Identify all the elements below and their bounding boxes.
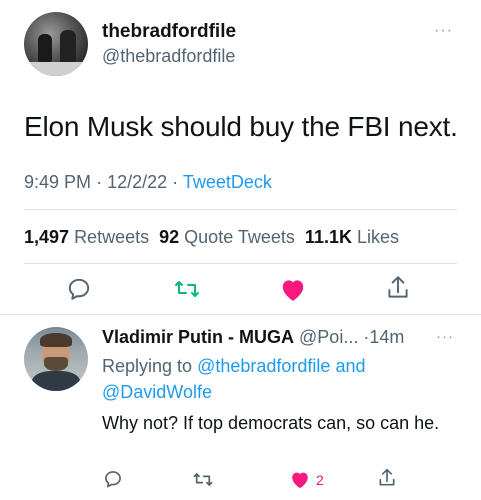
more-options-icon[interactable]: ···	[436, 328, 454, 345]
reply-icon	[105, 471, 121, 488]
retweet-button[interactable]	[192, 470, 214, 489]
reply-header: Vladimir Putin - MUGA @Poi... ·14m	[102, 327, 404, 348]
replying-and: and	[335, 356, 366, 376]
reply-button[interactable]	[66, 276, 92, 302]
likes-stat[interactable]: 11.1K Likes	[305, 227, 399, 247]
like-icon	[292, 472, 308, 489]
reply-time[interactable]: 14m	[369, 327, 404, 347]
tweet-source-link[interactable]: TweetDeck	[183, 172, 272, 192]
share-button[interactable]	[385, 274, 411, 302]
author-display-name[interactable]: thebradfordfile	[102, 21, 236, 43]
retweets-stat[interactable]: 1,497 Retweets	[24, 227, 149, 247]
replying-prefix: Replying to	[102, 356, 193, 376]
reply-author-name[interactable]: Vladimir Putin - MUGA	[102, 327, 294, 347]
divider	[24, 263, 457, 264]
replying-user-link[interactable]: @thebradfordfile	[197, 356, 330, 376]
divider	[24, 209, 457, 210]
engagement-stats: 1,497 Retweets 92 Quote Tweets 11.1K Lik…	[24, 227, 399, 248]
retweet-icon	[175, 281, 199, 297]
avatar[interactable]	[24, 12, 88, 76]
reply-author-handle[interactable]: @Poi...	[299, 327, 358, 347]
avatar[interactable]	[24, 327, 88, 391]
reply-tweet[interactable]: Vladimir Putin - MUGA @Poi... ·14m ··· R…	[0, 315, 481, 500]
reply-icon	[68, 278, 90, 300]
author-handle[interactable]: @thebradfordfile	[102, 46, 235, 67]
tweet-meta: 9:49 PM · 12/2/22 · TweetDeck	[24, 172, 272, 193]
share-icon	[388, 276, 408, 298]
quote-tweets-stat[interactable]: 92 Quote Tweets	[159, 227, 295, 247]
reply-button[interactable]	[103, 469, 123, 489]
like-icon	[282, 280, 304, 301]
like-count: 2	[316, 472, 324, 488]
share-icon	[379, 468, 395, 486]
replying-user-link[interactable]: @DavidWolfe	[102, 382, 212, 402]
like-button[interactable]	[279, 277, 307, 302]
tweet-time[interactable]: 9:49 PM	[24, 172, 91, 192]
retweet-button[interactable]	[173, 277, 201, 301]
meta-separator: ·	[96, 172, 103, 192]
retweet-icon	[193, 473, 213, 486]
replying-to: Replying to @thebradfordfile and @DavidW…	[102, 353, 462, 405]
tweet-date[interactable]: 12/2/22	[107, 172, 167, 192]
reply-text: Why not? If top democrats can, so can he…	[102, 413, 440, 433]
more-options-icon[interactable]: ···	[434, 22, 453, 40]
meta-separator: ·	[172, 172, 179, 192]
share-button[interactable]	[377, 467, 397, 489]
like-button[interactable]	[289, 470, 311, 489]
tweet-text: Elon Musk should buy the FBI next.	[24, 111, 458, 142]
main-tweet: thebradfordfile @thebradfordfile ··· Elo…	[0, 0, 481, 314]
